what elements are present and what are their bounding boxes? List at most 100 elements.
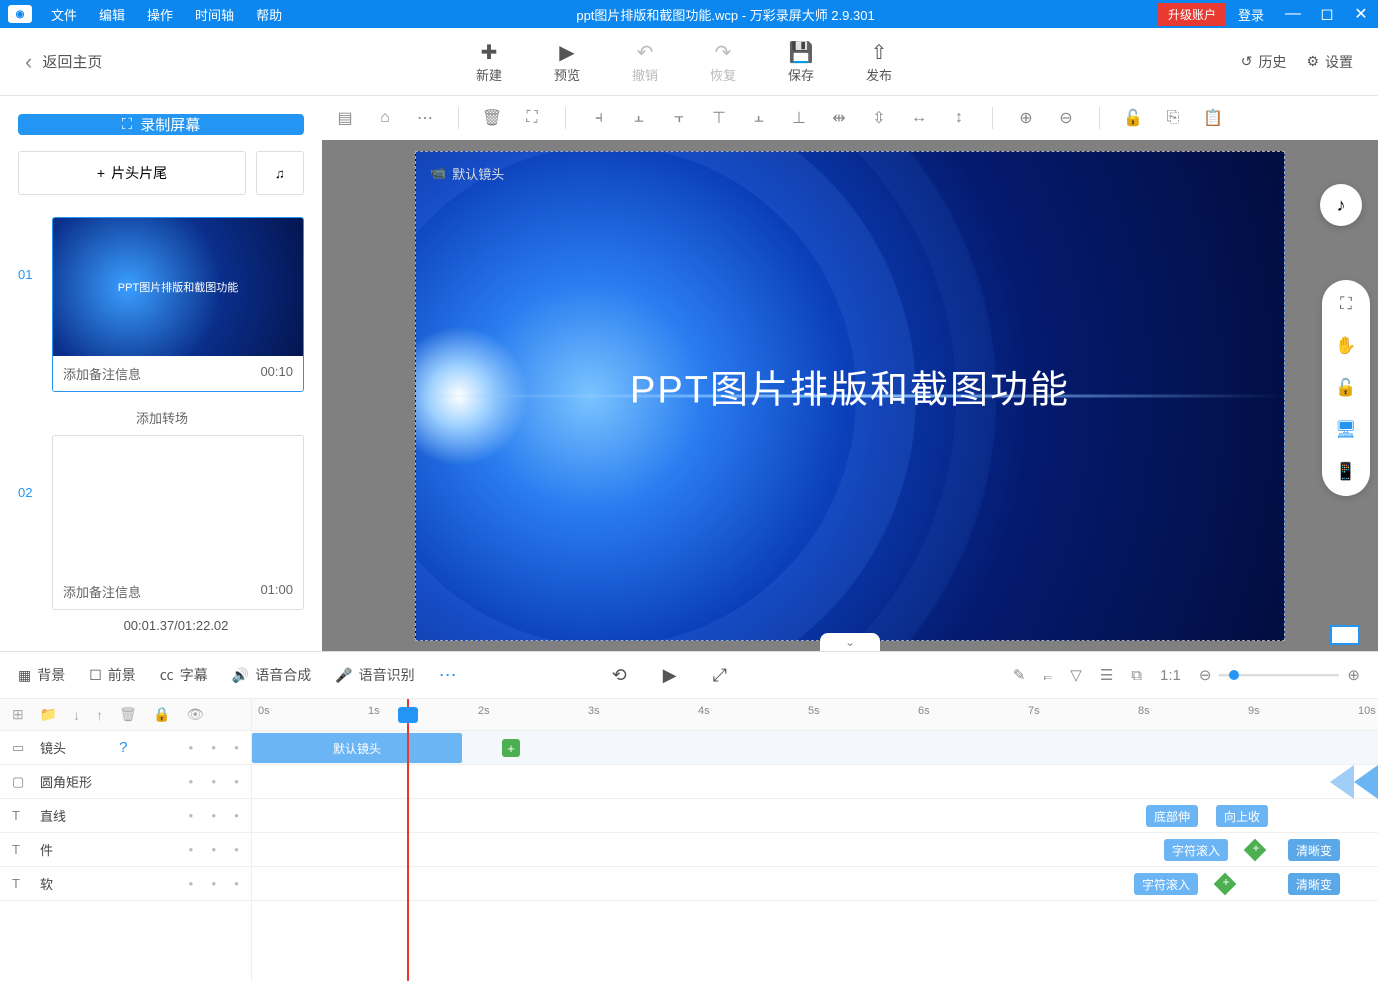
timeline-area[interactable]: 0s1s2s3s4s5s6s7s8s9s10s 默认镜头 + 底部伸 向上收 字… <box>252 699 1378 981</box>
maximize-icon[interactable]: ◻ <box>1310 4 1344 24</box>
canvas-frame[interactable]: 📹默认镜头 PPT图片排版和截图功能 <box>415 151 1285 641</box>
play-icon[interactable]: ▶ <box>663 665 677 686</box>
dist-h-icon[interactable]: ⇹ <box>828 108 850 128</box>
folder-icon[interactable]: 📁 <box>40 706 57 723</box>
track-row[interactable]: 字符滚入 清晰变 <box>252 867 1378 901</box>
music-fab[interactable]: ♪ <box>1320 184 1362 226</box>
zoom-out-icon[interactable]: ⊖ <box>1055 108 1077 128</box>
funnel-icon[interactable]: ▽ <box>1070 666 1082 684</box>
filter-icon[interactable]: ⫭ <box>1044 667 1053 684</box>
align-right-icon[interactable]: ⫟ <box>668 109 690 127</box>
align-top-icon[interactable]: ⊤ <box>708 108 730 128</box>
shot-clip[interactable]: 默认镜头 <box>252 733 462 763</box>
add-track-icon[interactable]: ⊞ <box>12 706 24 723</box>
track-header[interactable]: ▢圆角矩形●●● <box>0 765 251 799</box>
tab-字幕[interactable]: ㏄字幕 <box>160 665 208 685</box>
more-icon[interactable]: ⋯ <box>414 108 436 128</box>
align-middle-icon[interactable]: ⫠ <box>748 109 770 127</box>
hand-icon[interactable]: ✋ <box>1335 336 1356 356</box>
lock-icon[interactable]: 🔒 <box>153 706 170 723</box>
preview-button[interactable]: ▶预览 <box>554 39 580 84</box>
zoom-out-icon[interactable]: ⊖ <box>1199 666 1212 684</box>
playhead[interactable] <box>407 699 409 981</box>
fullscreen-icon[interactable]: ⛶ <box>1340 294 1352 314</box>
align-bottom-icon[interactable]: ⊥ <box>788 108 810 128</box>
track-header[interactable]: T软●●● <box>0 867 251 901</box>
menu-edit[interactable]: 编辑 <box>88 5 136 24</box>
ratio-icon[interactable]: 1:1 <box>1160 667 1181 684</box>
delete-icon[interactable]: 🗑 <box>481 108 503 128</box>
timeline-ruler[interactable]: 0s1s2s3s4s5s6s7s8s9s10s <box>252 699 1378 731</box>
mobile-icon[interactable]: 📱 <box>1335 462 1356 482</box>
edit-icon[interactable]: ✎ <box>1013 666 1026 684</box>
trash-icon[interactable]: 🗑 <box>119 706 137 723</box>
settings-button[interactable]: ⚙设置 <box>1306 52 1353 72</box>
anim-tag[interactable]: 字符滚入 <box>1134 873 1198 895</box>
save-button[interactable]: 💾保存 <box>788 39 814 84</box>
crop-icon[interactable]: ⛶ <box>521 109 543 127</box>
zoom-in-icon[interactable]: ⊕ <box>1015 108 1037 128</box>
login-button[interactable]: 登录 <box>1226 5 1276 24</box>
track-row-shot[interactable]: 默认镜头 + <box>252 731 1378 765</box>
collapse-handle[interactable]: ⌄ <box>820 633 880 651</box>
record-screen-button[interactable]: ⛶录制屏幕 <box>18 114 304 135</box>
keyframe-icon[interactable] <box>1244 839 1267 862</box>
back-button[interactable]: 返回主页 <box>0 49 127 75</box>
menu-action[interactable]: 操作 <box>136 5 184 24</box>
align-center-icon[interactable]: ⫠ <box>628 109 650 127</box>
dist-v-icon[interactable]: ⇳ <box>868 108 890 128</box>
menu-file[interactable]: 文件 <box>40 5 88 24</box>
add-transition-button[interactable]: 添加转场 <box>52 400 272 435</box>
track-header[interactable]: ▭镜头?●●● <box>0 731 251 765</box>
copy-icon[interactable]: ⎘ <box>1162 109 1184 127</box>
intro-outro-button[interactable]: +片头片尾 <box>18 151 246 195</box>
expand-icon[interactable]: ⤢ <box>713 665 727 686</box>
close-icon[interactable]: ✕ <box>1344 4 1378 24</box>
tab-背景[interactable]: ▦背景 <box>18 665 65 685</box>
rewind-icon[interactable]: ⟲ <box>612 665 627 686</box>
eye-icon[interactable]: 👁 <box>186 706 204 723</box>
align-left-icon[interactable]: ⫞ <box>588 109 610 127</box>
anim-tag[interactable]: 向上收 <box>1216 805 1268 827</box>
slide-item-2[interactable]: 02 添加备注信息01:00 <box>18 435 304 610</box>
help-icon[interactable]: ? <box>119 739 127 756</box>
canvas-headline[interactable]: PPT图片排版和截图功能 <box>630 358 1070 413</box>
fit-icon[interactable]: ⧉ <box>1131 667 1142 684</box>
anim-tag[interactable]: 底部伸 <box>1146 805 1198 827</box>
aspect-indicator[interactable] <box>1330 625 1360 645</box>
music-button[interactable]: ♫ <box>256 151 304 195</box>
track-header[interactable]: T直线●●● <box>0 799 251 833</box>
more-tabs-icon[interactable]: ⋯ <box>439 665 457 686</box>
publish-button[interactable]: ⇧发布 <box>866 39 892 84</box>
add-keyframe-icon[interactable]: + <box>502 739 520 757</box>
paste-icon[interactable]: 📋 <box>1202 108 1224 128</box>
slide-note[interactable]: 添加备注信息 <box>63 582 141 601</box>
menu-timeline[interactable]: 时间轴 <box>184 5 245 24</box>
upgrade-button[interactable]: 升级账户 <box>1158 3 1226 26</box>
same-width-icon[interactable]: ↔ <box>908 109 930 127</box>
lock-icon[interactable]: 🔓 <box>1335 378 1356 398</box>
minimize-icon[interactable]: — <box>1276 5 1310 23</box>
zoom-slider[interactable]: ⊖ ⊕ <box>1199 666 1360 684</box>
track-row[interactable]: 底部伸 向上收 <box>252 799 1378 833</box>
display-icon[interactable]: 🖥 <box>1335 420 1357 440</box>
up-icon[interactable]: ↑ <box>96 707 103 723</box>
anim-tag[interactable]: 字符滚入 <box>1164 839 1228 861</box>
menu-help[interactable]: 帮助 <box>245 5 293 24</box>
list-icon[interactable]: ☰ <box>1100 666 1113 684</box>
anim-tag[interactable]: 清晰变 <box>1288 873 1340 895</box>
slide-item-1[interactable]: 01 PPT图片排版和截图功能 添加备注信息00:10 <box>18 217 304 392</box>
zoom-in-icon[interactable]: ⊕ <box>1347 666 1360 684</box>
track-header[interactable]: T件●●● <box>0 833 251 867</box>
track-row[interactable] <box>252 765 1378 799</box>
tab-语音识别[interactable]: 🎤语音识别 <box>335 665 414 685</box>
anim-tag[interactable]: 清晰变 <box>1288 839 1340 861</box>
tab-语音合成[interactable]: 🔊语音合成 <box>232 665 311 685</box>
down-icon[interactable]: ↓ <box>73 707 80 723</box>
layer-icon[interactable]: ▤ <box>334 108 356 128</box>
unlock-icon[interactable]: 🔓 <box>1122 108 1144 128</box>
same-height-icon[interactable]: ↕ <box>948 109 970 127</box>
history-button[interactable]: ↺历史 <box>1241 52 1287 72</box>
keyframe-icon[interactable] <box>1214 873 1237 896</box>
slide-note[interactable]: 添加备注信息 <box>63 364 141 383</box>
